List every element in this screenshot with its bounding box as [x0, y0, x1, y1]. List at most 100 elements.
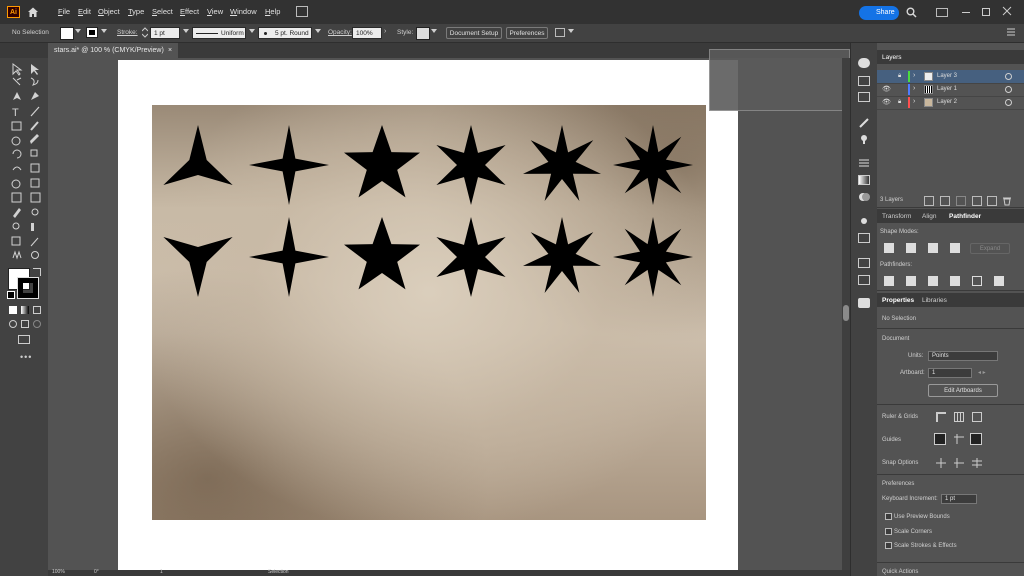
scale-corners-checkbox[interactable] [885, 528, 892, 535]
snap-to-grid-icon[interactable] [954, 458, 964, 468]
comments-panel-icon[interactable] [858, 298, 870, 308]
edit-toolbar-icon[interactable]: ••• [20, 352, 32, 362]
snap-to-point-icon[interactable] [936, 458, 946, 468]
stroke-swatch[interactable] [86, 27, 98, 38]
preferences-button[interactable]: Preferences [506, 27, 548, 39]
menu-object[interactable]: Object [98, 7, 120, 16]
appearance-panel-icon[interactable] [858, 216, 870, 226]
arrange-documents-icon[interactable] [296, 6, 308, 17]
star-8-point[interactable] [613, 217, 693, 297]
visibility-eye-icon[interactable]: 👁︎ [882, 98, 891, 106]
grid-icon[interactable] [954, 412, 964, 422]
libraries-panel-icon[interactable] [858, 76, 870, 86]
draw-behind-icon[interactable] [21, 320, 29, 328]
divide-icon[interactable] [884, 276, 894, 286]
layer-target-icon[interactable] [1005, 99, 1012, 106]
new-layer-icon[interactable] [987, 196, 997, 206]
document-tab[interactable]: stars.ai* @ 100 % (CMYK/Preview) × [48, 43, 178, 58]
close-tab-icon[interactable]: × [168, 43, 172, 58]
star-5-point[interactable] [344, 217, 420, 290]
star-4-point[interactable] [249, 125, 329, 205]
profile-dropdown-icon[interactable] [249, 29, 255, 33]
trim-icon[interactable] [906, 276, 916, 286]
star-4-point[interactable] [249, 217, 329, 297]
stars-artwork[interactable] [152, 105, 706, 520]
menu-view[interactable]: View [207, 7, 223, 16]
star-3-point[interactable] [163, 237, 233, 297]
menu-window[interactable]: Window [230, 7, 257, 16]
gradient-mode-icon[interactable] [21, 306, 29, 314]
layer-row[interactable]: 🔒︎ › Layer 3 [877, 70, 1024, 84]
units-select[interactable]: Points [928, 351, 998, 361]
keyboard-increment-input[interactable]: 1 pt [941, 494, 977, 504]
intersect-icon[interactable] [928, 243, 938, 253]
layer-row[interactable]: 👁︎ 🔒︎ › Layer 2 [877, 96, 1024, 110]
rulers-icon[interactable] [936, 412, 946, 422]
draw-inside-icon[interactable] [33, 320, 41, 328]
panel-menu-icon[interactable] [1007, 28, 1015, 36]
snap-to-pixel-icon[interactable] [972, 458, 982, 468]
exclude-icon[interactable] [950, 243, 960, 253]
brush-definition-select[interactable]: 5 pt. Round [258, 27, 312, 39]
menu-file[interactable]: File [58, 7, 70, 16]
artboard-prev-next-icon[interactable]: ◂ ▸ [978, 369, 986, 376]
expand-layer-icon[interactable]: › [913, 72, 915, 79]
document-setup-button[interactable]: Document Setup [446, 27, 502, 39]
brush-dropdown-icon[interactable] [315, 29, 321, 33]
stroke-dropdown-icon[interactable] [101, 29, 107, 33]
menu-edit[interactable]: Edit [78, 7, 91, 16]
layer-row[interactable]: 👁︎ › Layer 1 [877, 83, 1024, 97]
expand-layer-icon[interactable]: › [913, 85, 915, 92]
symbols-panel-icon[interactable] [858, 134, 870, 144]
home-icon[interactable] [27, 6, 39, 18]
locate-object-icon[interactable] [940, 196, 950, 206]
crop-icon[interactable] [950, 276, 960, 286]
star-8-point[interactable] [613, 125, 693, 205]
tab-layers[interactable]: Layers [882, 54, 902, 61]
none-mode-icon[interactable] [33, 306, 41, 314]
unite-icon[interactable] [884, 243, 894, 253]
star-7-point[interactable] [523, 217, 601, 293]
properties-panel-icon[interactable] [858, 58, 870, 68]
asset-export-panel-icon[interactable] [858, 258, 870, 268]
layer-name[interactable]: Layer 2 [937, 99, 957, 105]
star-6-point[interactable] [436, 125, 506, 205]
merge-icon[interactable] [928, 276, 938, 286]
tab-align[interactable]: Align [922, 213, 936, 220]
color-mode-icon[interactable] [9, 306, 17, 314]
layer-target-icon[interactable] [1005, 73, 1012, 80]
draw-normal-icon[interactable] [9, 320, 17, 328]
variable-width-profile-select[interactable]: Uniform [192, 27, 246, 39]
smart-guides-icon[interactable] [970, 433, 982, 445]
star-3-point[interactable] [163, 125, 233, 185]
tab-transform[interactable]: Transform [882, 213, 911, 220]
vertical-scrollbar-thumb[interactable] [843, 305, 849, 321]
menu-help[interactable]: Help [265, 7, 280, 16]
opacity-arrow-icon[interactable]: › [384, 28, 386, 35]
menu-type[interactable]: Type [128, 7, 144, 16]
fill-dropdown-icon[interactable] [75, 29, 81, 33]
collect-export-icon[interactable] [924, 196, 934, 206]
clipping-mask-icon[interactable] [956, 196, 966, 206]
tab-libraries[interactable]: Libraries [922, 297, 947, 304]
brushes-panel-icon[interactable] [858, 118, 870, 128]
stroke-color-swatch[interactable] [17, 277, 39, 299]
zoom-level[interactable]: 100% [52, 569, 65, 575]
graphic-styles-panel-icon[interactable] [858, 233, 870, 243]
visibility-eye-icon[interactable]: 👁︎ [882, 85, 891, 93]
stroke-weight-stepper-icon[interactable] [141, 27, 149, 38]
close-window-icon[interactable] [1002, 6, 1012, 16]
show-guides-icon[interactable] [934, 433, 946, 445]
tab-pathfinder[interactable]: Pathfinder [949, 213, 981, 220]
artboards-panel-icon[interactable] [858, 275, 870, 285]
arrange-icon[interactable] [555, 28, 565, 37]
stroke-panel-icon[interactable] [858, 158, 870, 168]
workspace-switcher-icon[interactable] [936, 8, 948, 17]
arrange-dropdown-icon[interactable] [568, 29, 574, 33]
maximize-icon[interactable] [982, 8, 990, 16]
expand-button[interactable]: Expand [970, 243, 1010, 254]
lock-icon[interactable]: 🔒︎ [898, 73, 901, 80]
style-dropdown-icon[interactable] [431, 29, 437, 33]
lock-guides-icon[interactable] [954, 434, 964, 444]
stroke-weight-dropdown-icon[interactable] [183, 29, 189, 33]
